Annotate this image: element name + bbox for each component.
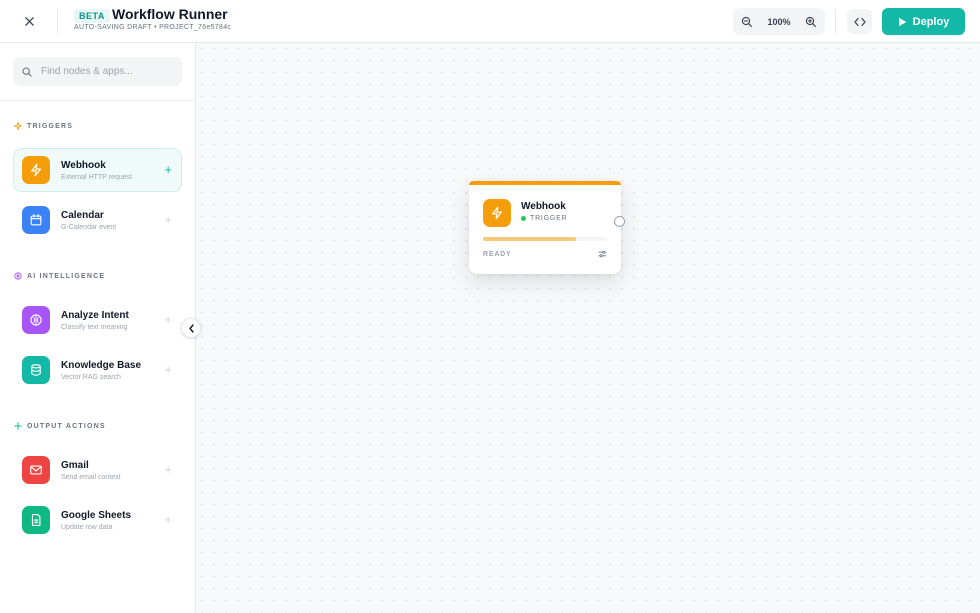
close-button[interactable] bbox=[18, 10, 40, 32]
status-dot bbox=[521, 216, 526, 221]
add-node-icon[interactable]: + bbox=[164, 312, 172, 328]
collapse-sidebar-button[interactable] bbox=[181, 318, 201, 338]
search-box bbox=[13, 57, 182, 86]
zoom-in-icon bbox=[805, 16, 817, 27]
section-title: TRIGGERS bbox=[27, 122, 74, 130]
chevron-left-icon bbox=[188, 323, 194, 333]
add-node-icon[interactable]: + bbox=[164, 212, 172, 228]
mail-icon bbox=[30, 465, 42, 475]
node-progress-fill bbox=[483, 237, 576, 241]
sidebar-node-gmail[interactable]: Gmail Send email context + bbox=[13, 448, 182, 492]
deploy-label: Deploy bbox=[912, 15, 950, 28]
search-icon bbox=[22, 66, 32, 77]
play-icon bbox=[898, 17, 906, 26]
lightning-icon bbox=[31, 163, 41, 177]
sidebar-node-webhook[interactable]: Webhook External HTTP request + bbox=[13, 148, 182, 192]
node-description: Classify text meaning bbox=[61, 323, 128, 331]
node-icon-bg bbox=[22, 206, 50, 234]
zoom-in-button[interactable] bbox=[804, 15, 818, 29]
trigger-section-icon bbox=[14, 122, 22, 130]
close-icon bbox=[24, 16, 34, 26]
plus-section-icon bbox=[14, 422, 22, 430]
zoom-controls: 100% bbox=[733, 8, 825, 35]
node-icon-bg bbox=[22, 506, 50, 534]
add-node-icon[interactable]: + bbox=[164, 462, 172, 478]
node-description: Vector RAG search bbox=[61, 373, 121, 381]
header-divider bbox=[57, 9, 58, 33]
search-divider bbox=[0, 100, 195, 101]
calendar-icon bbox=[30, 214, 42, 226]
section-ai-intelligence: AI INTELLIGENCE bbox=[14, 272, 105, 280]
node-type-label: TRIGGER bbox=[530, 215, 568, 222]
top-bar: BETA Workflow Runner AUTO-SAVING DRAFT •… bbox=[0, 0, 980, 43]
node-settings-button[interactable] bbox=[597, 249, 607, 259]
brain-icon bbox=[30, 314, 42, 326]
node-name: Google Sheets bbox=[61, 509, 132, 521]
node-icon-bg bbox=[22, 456, 50, 484]
beta-badge: BETA bbox=[74, 9, 110, 23]
node-icon-bg bbox=[22, 306, 50, 334]
workflow-node-webhook[interactable]: Webhook TRIGGER READY bbox=[469, 181, 625, 274]
zoom-level: 100% bbox=[767, 16, 791, 27]
node-name: Webhook bbox=[61, 159, 106, 171]
section-triggers: TRIGGERS bbox=[14, 122, 73, 130]
node-library-sidebar: TRIGGERS Webhook External HTTP request +… bbox=[0, 43, 196, 613]
node-name: Calendar bbox=[61, 209, 104, 221]
workflow-canvas[interactable] bbox=[196, 43, 980, 613]
deploy-button[interactable]: Deploy bbox=[882, 8, 965, 35]
node-name: Analyze Intent bbox=[61, 309, 129, 321]
node-icon-bg bbox=[22, 156, 50, 184]
sidebar-node-knowledge-base[interactable]: Knowledge Base Vector RAG search + bbox=[13, 348, 182, 392]
draft-status: AUTO-SAVING DRAFT • PROJECT_76e5784c bbox=[74, 24, 232, 31]
node-icon-bg bbox=[483, 199, 511, 227]
node-icon-bg bbox=[22, 356, 50, 384]
sidebar-node-google-sheets[interactable]: Google Sheets Update row data + bbox=[13, 498, 182, 542]
section-title: AI INTELLIGENCE bbox=[27, 272, 106, 280]
zoom-out-icon bbox=[741, 16, 753, 27]
node-title: Webhook bbox=[521, 201, 566, 212]
node-name: Knowledge Base bbox=[61, 359, 142, 371]
workflow-title: Workflow Runner bbox=[112, 6, 228, 22]
node-description: Send email context bbox=[61, 473, 121, 481]
database-icon bbox=[31, 364, 41, 376]
output-port[interactable] bbox=[614, 216, 625, 227]
sidebar-node-analyze-intent[interactable]: Analyze Intent Classify text meaning + bbox=[13, 298, 182, 342]
section-title: OUTPUT ACTIONS bbox=[27, 422, 106, 430]
node-type: TRIGGER bbox=[521, 215, 568, 222]
section-output-actions: OUTPUT ACTIONS bbox=[14, 422, 106, 430]
add-node-icon[interactable]: + bbox=[164, 162, 172, 178]
sheet-icon bbox=[31, 514, 41, 526]
ai-section-icon bbox=[14, 272, 22, 280]
node-name: Gmail bbox=[61, 459, 89, 471]
sliders-icon bbox=[598, 250, 606, 258]
node-description: G-Calendar event bbox=[61, 223, 117, 231]
header-divider-right bbox=[835, 9, 836, 33]
code-view-button[interactable] bbox=[847, 9, 872, 34]
search-input[interactable] bbox=[41, 66, 171, 77]
node-status: READY bbox=[483, 251, 512, 258]
lightning-icon bbox=[492, 206, 502, 220]
sidebar-node-calendar[interactable]: Calendar G-Calendar event + bbox=[13, 198, 182, 242]
add-node-icon[interactable]: + bbox=[164, 362, 172, 378]
node-progress-bar bbox=[483, 237, 607, 241]
node-description: External HTTP request bbox=[61, 173, 133, 181]
node-accent-bar bbox=[469, 181, 621, 185]
node-description: Update row data bbox=[61, 523, 113, 531]
add-node-icon[interactable]: + bbox=[164, 512, 172, 528]
zoom-out-button[interactable] bbox=[740, 15, 754, 29]
code-icon bbox=[853, 17, 866, 26]
